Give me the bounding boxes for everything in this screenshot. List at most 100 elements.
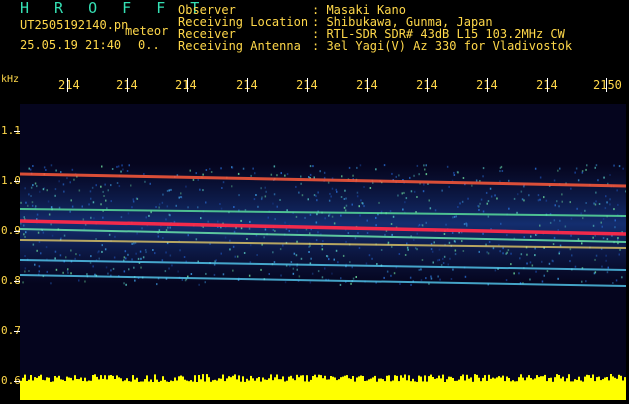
power-bar-segment — [522, 377, 524, 400]
power-bar-segment — [562, 376, 564, 400]
noise-speck — [518, 272, 520, 275]
meteor-count: 0.. — [138, 38, 160, 52]
power-bar-segment — [178, 376, 180, 400]
power-bar-segment — [266, 379, 268, 400]
power-bar-segment — [602, 379, 604, 400]
power-bar-segment — [164, 379, 166, 400]
noise-speck — [292, 272, 295, 275]
noise-speck — [24, 267, 27, 270]
power-bar-segment — [244, 381, 246, 400]
power-bar-segment — [238, 375, 240, 400]
power-bar-segment — [488, 374, 490, 400]
power-bar-segment — [394, 375, 396, 400]
power-bar-segment — [46, 377, 48, 400]
power-bar-segment — [142, 381, 144, 400]
power-bar-segment — [392, 380, 394, 400]
noise-speck — [32, 165, 34, 167]
noise-speck — [156, 283, 158, 286]
power-bar-segment — [88, 380, 90, 400]
noise-speck — [463, 223, 466, 226]
noise-speck — [50, 282, 52, 285]
noise-speck — [413, 174, 415, 177]
noise-speck — [520, 190, 523, 193]
noise-speck — [328, 199, 331, 202]
power-bar-segment — [356, 377, 358, 400]
noise-speck — [454, 253, 457, 256]
power-bar-segment — [620, 375, 622, 400]
noise-speck — [168, 267, 170, 270]
power-bar-segment — [250, 375, 252, 400]
power-bar-segment — [94, 374, 96, 400]
noise-speck — [423, 164, 425, 167]
noise-speck — [604, 207, 607, 210]
noise-speck — [499, 170, 501, 173]
noise-speck — [453, 171, 455, 174]
noise-speck — [494, 194, 496, 197]
noise-speck — [246, 238, 248, 240]
noise-speck — [38, 241, 41, 243]
noise-speck — [59, 254, 62, 257]
noise-speck — [577, 179, 580, 182]
noise-speck — [238, 194, 240, 197]
noise-speck — [420, 279, 423, 282]
noise-speck — [280, 274, 282, 277]
noise-speck — [273, 193, 276, 196]
noise-speck — [520, 253, 523, 256]
noise-speck — [614, 219, 616, 222]
x-tick-mark — [427, 78, 428, 92]
noise-speck — [40, 252, 42, 255]
noise-speck — [601, 265, 603, 268]
noise-speck — [410, 190, 413, 193]
noise-speck — [220, 167, 222, 170]
power-bar-segment — [206, 374, 208, 400]
power-bar-segment — [232, 375, 234, 400]
noise-speck — [39, 190, 41, 193]
noise-speck — [20, 222, 22, 225]
power-bar-segment — [578, 376, 580, 400]
power-bar-segment — [24, 374, 26, 400]
power-bar-segment — [246, 378, 248, 400]
noise-speck — [478, 250, 480, 253]
noise-speck — [126, 170, 129, 172]
noise-speck — [443, 255, 446, 258]
power-bar-segment — [68, 377, 70, 400]
x-tick-mark — [67, 78, 68, 92]
power-bar-segment — [518, 377, 520, 400]
noise-speck — [125, 283, 127, 286]
power-bar-segment — [146, 375, 148, 400]
power-bar-segment — [28, 379, 30, 400]
noise-speck — [95, 184, 97, 187]
noise-speck — [307, 198, 309, 201]
noise-speck — [477, 204, 479, 207]
noise-speck — [366, 219, 368, 222]
power-bar-segment — [62, 379, 64, 400]
power-bar-segment — [456, 380, 458, 400]
noise-speck — [354, 237, 357, 240]
noise-speck — [29, 168, 32, 171]
power-bar-segment — [422, 381, 424, 400]
noise-speck — [132, 200, 135, 203]
power-bar-segment — [384, 381, 386, 400]
noise-speck — [178, 196, 180, 199]
noise-speck — [425, 173, 428, 176]
power-bar-segment — [86, 381, 88, 400]
noise-speck — [122, 168, 124, 171]
noise-speck — [133, 242, 135, 245]
noise-speck — [78, 189, 81, 192]
noise-speck — [232, 269, 234, 272]
noise-speck — [390, 274, 392, 277]
noise-speck — [580, 212, 582, 215]
noise-speck — [142, 256, 145, 259]
noise-speck — [351, 203, 353, 206]
power-bar-segment — [338, 379, 340, 400]
noise-speck — [189, 169, 191, 172]
noise-speck — [425, 277, 427, 280]
x-tick-mark — [127, 78, 128, 92]
power-bar-segment — [292, 378, 294, 400]
noise-speck — [443, 233, 446, 235]
noise-speck — [67, 271, 69, 274]
noise-speck — [316, 199, 318, 202]
noise-speck — [200, 217, 202, 220]
noise-speck — [300, 257, 303, 260]
noise-speck — [292, 267, 295, 270]
